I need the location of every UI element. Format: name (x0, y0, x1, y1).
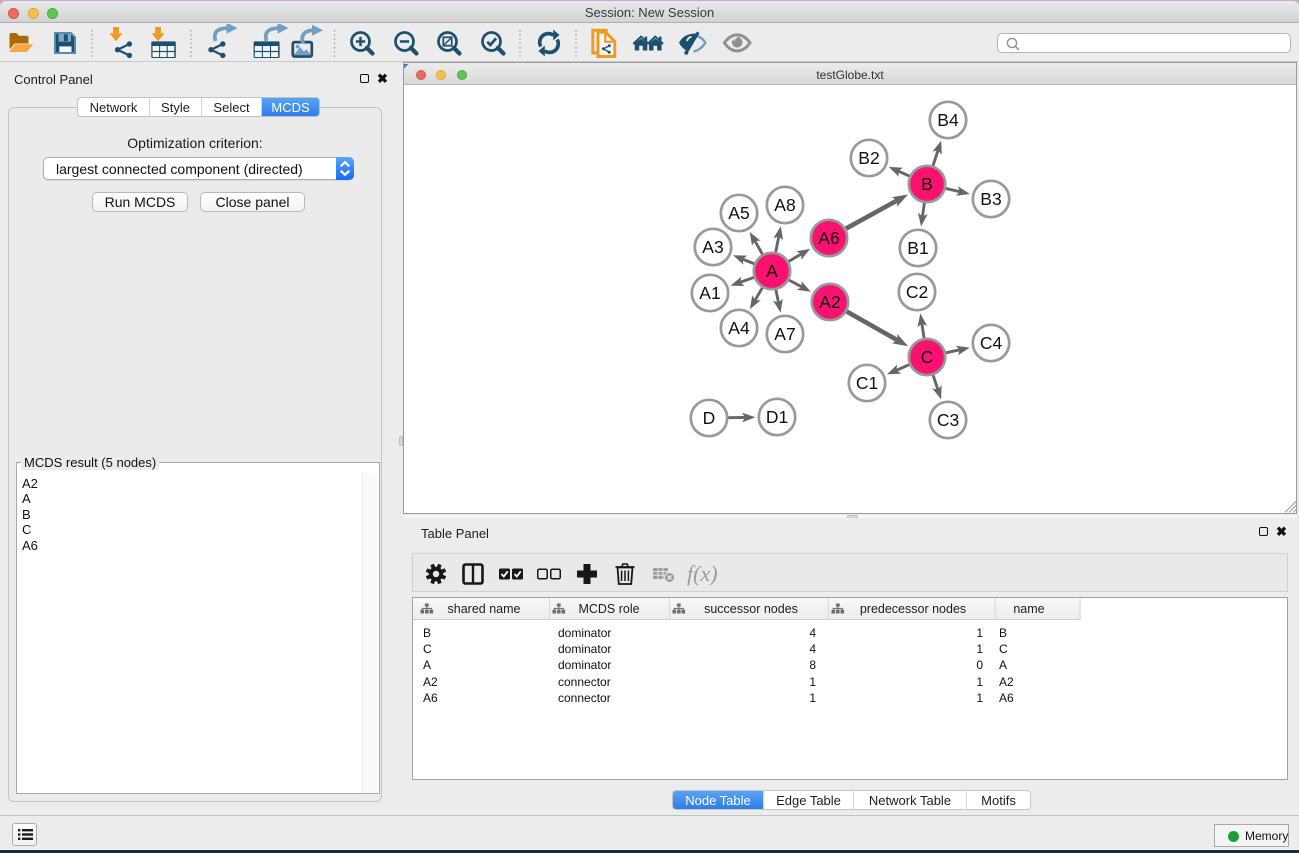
svg-text:C1: C1 (856, 373, 878, 393)
svg-text:f(x): f(x) (687, 561, 718, 586)
svg-text:A2: A2 (819, 292, 840, 312)
svg-text:B: B (921, 174, 933, 194)
svg-text:successor nodes: successor nodes (704, 602, 798, 616)
svg-text:C: C (921, 347, 934, 367)
svg-text:C4: C4 (980, 333, 1003, 353)
svg-text:A7: A7 (774, 324, 795, 344)
svg-text:C3: C3 (937, 410, 959, 430)
svg-text:shared name: shared name (448, 602, 521, 616)
svg-text:B2: B2 (858, 148, 879, 168)
svg-text:A8: A8 (774, 195, 795, 215)
svg-text:D: D (703, 408, 716, 428)
svg-text:predecessor nodes: predecessor nodes (860, 602, 966, 616)
svg-text:D1: D1 (766, 407, 788, 427)
svg-text:A4: A4 (728, 318, 750, 338)
svg-text:B1: B1 (907, 238, 928, 258)
svg-text:MCDS role: MCDS role (578, 602, 639, 616)
svg-text:A: A (766, 261, 778, 281)
svg-text:A3: A3 (702, 237, 723, 257)
svg-text:B3: B3 (980, 189, 1001, 209)
svg-text:C2: C2 (906, 282, 928, 302)
svg-text:A6: A6 (818, 228, 839, 248)
svg-text:A5: A5 (728, 203, 749, 223)
svg-text:name: name (1013, 602, 1044, 616)
svg-text:B4: B4 (937, 110, 959, 130)
svg-text:A1: A1 (699, 283, 720, 303)
